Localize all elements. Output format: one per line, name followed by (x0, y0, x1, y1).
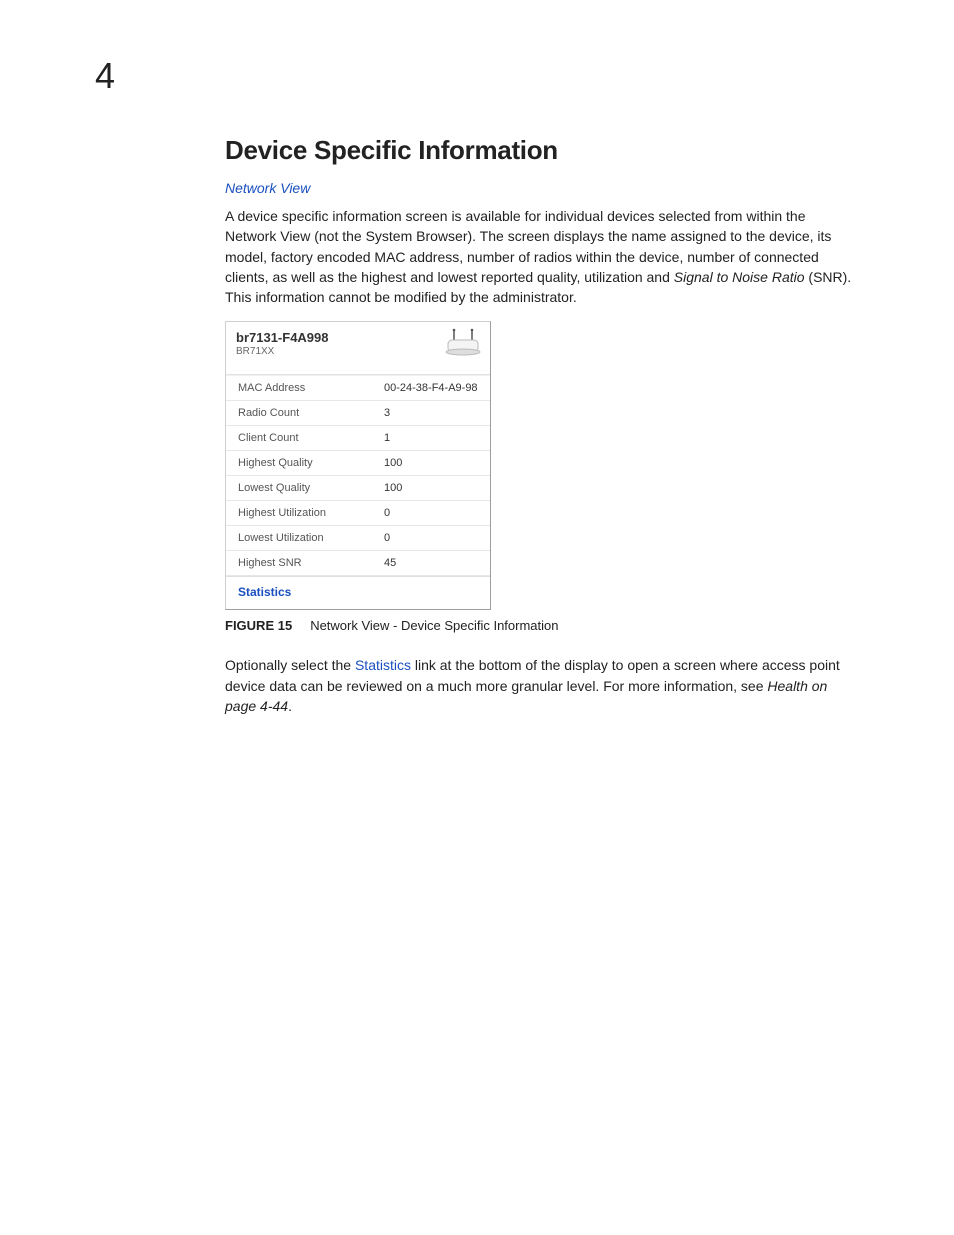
chapter-number: 4 (95, 55, 115, 97)
closing-paragraph: Optionally select the Statistics link at… (225, 655, 859, 716)
closing-text-part1: Optionally select the (225, 657, 355, 673)
row-value: 1 (376, 426, 490, 450)
row-label: Lowest Quality (226, 476, 376, 500)
snr-italic-text: Signal to Noise Ratio (674, 269, 805, 285)
row-value: 00-24-38-F4-A9-98 (376, 376, 490, 400)
row-value: 0 (376, 526, 490, 550)
device-rows: MAC Address00-24-38-F4-A9-98Radio Count3… (226, 375, 490, 576)
figure-caption: FIGURE 15 Network View - Device Specific … (225, 618, 859, 633)
table-row: Highest Quality100 (226, 451, 490, 476)
row-value: 0 (376, 501, 490, 525)
row-label: Highest Utilization (226, 501, 376, 525)
table-row: Highest SNR45 (226, 551, 490, 576)
table-row: Lowest Utilization0 (226, 526, 490, 551)
network-view-link[interactable]: Network View (225, 180, 859, 196)
row-value: 45 (376, 551, 490, 575)
document-page: 4 Device Specific Information Network Vi… (0, 0, 954, 1235)
content-area: Device Specific Information Network View… (225, 135, 859, 716)
row-label: Radio Count (226, 401, 376, 425)
table-row: Client Count1 (226, 426, 490, 451)
figure-label: FIGURE 15 (225, 618, 292, 633)
statistics-inline-link[interactable]: Statistics (355, 657, 411, 673)
table-row: Lowest Quality100 (226, 476, 490, 501)
table-row: Highest Utilization0 (226, 501, 490, 526)
row-label: MAC Address (226, 376, 376, 400)
figure-caption-text: Network View - Device Specific Informati… (310, 618, 558, 633)
device-panel-header: br7131-F4A998 BR71XX (226, 322, 490, 375)
table-row: MAC Address00-24-38-F4-A9-98 (226, 375, 490, 401)
row-value: 3 (376, 401, 490, 425)
row-label: Highest Quality (226, 451, 376, 475)
statistics-link[interactable]: Statistics (238, 585, 291, 599)
device-panel-footer: Statistics (226, 576, 490, 609)
router-icon (444, 328, 482, 361)
row-label: Highest SNR (226, 551, 376, 575)
row-value: 100 (376, 476, 490, 500)
device-info-panel: br7131-F4A998 BR71XX MAC Address00-24-38… (225, 321, 491, 610)
closing-text-part3: . (288, 698, 292, 714)
row-label: Client Count (226, 426, 376, 450)
intro-paragraph: A device specific information screen is … (225, 206, 859, 307)
row-value: 100 (376, 451, 490, 475)
row-label: Lowest Utilization (226, 526, 376, 550)
section-heading: Device Specific Information (225, 135, 859, 166)
table-row: Radio Count3 (226, 401, 490, 426)
